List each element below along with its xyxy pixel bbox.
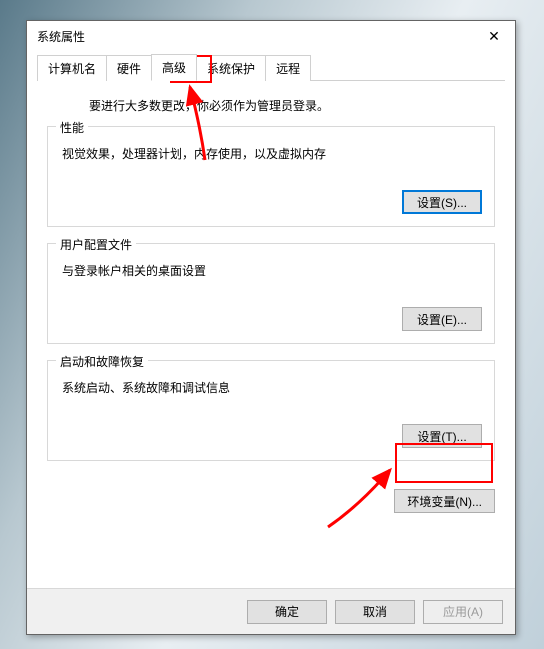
admin-note: 要进行大多数更改，你必须作为管理员登录。	[89, 97, 495, 114]
ok-button[interactable]: 确定	[247, 600, 327, 624]
group-performance: 性能 视觉效果，处理器计划，内存使用，以及虚拟内存 设置(S)...	[47, 126, 495, 227]
group-startup-recovery-desc: 系统启动、系统故障和调试信息	[62, 379, 482, 396]
group-user-profiles: 用户配置文件 与登录帐户相关的桌面设置 设置(E)...	[47, 243, 495, 344]
dialog-button-bar: 确定 取消 应用(A)	[27, 588, 515, 634]
group-performance-desc: 视觉效果，处理器计划，内存使用，以及虚拟内存	[62, 145, 482, 162]
close-icon[interactable]: ✕	[479, 25, 509, 47]
group-user-profiles-title: 用户配置文件	[56, 236, 136, 253]
performance-settings-button[interactable]: 设置(S)...	[402, 190, 482, 214]
group-user-profiles-desc: 与登录帐户相关的桌面设置	[62, 262, 482, 279]
apply-button[interactable]: 应用(A)	[423, 600, 503, 624]
cancel-button[interactable]: 取消	[335, 600, 415, 624]
tabstrip: 计算机名 硬件 高级 系统保护 远程	[37, 57, 505, 81]
tab-advanced[interactable]: 高级	[151, 54, 197, 81]
titlebar: 系统属性 ✕	[27, 21, 515, 51]
startup-recovery-settings-button[interactable]: 设置(T)...	[402, 424, 482, 448]
user-profiles-settings-button[interactable]: 设置(E)...	[402, 307, 482, 331]
tab-computer-name[interactable]: 计算机名	[37, 55, 107, 81]
tab-content-advanced: 要进行大多数更改，你必须作为管理员登录。 性能 视觉效果，处理器计划，内存使用，…	[27, 81, 515, 485]
tab-hardware[interactable]: 硬件	[106, 55, 152, 81]
tab-system-protection[interactable]: 系统保护	[196, 55, 266, 81]
group-startup-recovery: 启动和故障恢复 系统启动、系统故障和调试信息 设置(T)...	[47, 360, 495, 461]
system-properties-dialog: 系统属性 ✕ 计算机名 硬件 高级 系统保护 远程 要进行大多数更改，你必须作为…	[26, 20, 516, 635]
environment-variables-button[interactable]: 环境变量(N)...	[394, 489, 495, 513]
window-title: 系统属性	[37, 28, 85, 45]
group-performance-title: 性能	[56, 119, 88, 136]
group-startup-recovery-title: 启动和故障恢复	[56, 353, 148, 370]
tab-remote[interactable]: 远程	[265, 55, 311, 81]
